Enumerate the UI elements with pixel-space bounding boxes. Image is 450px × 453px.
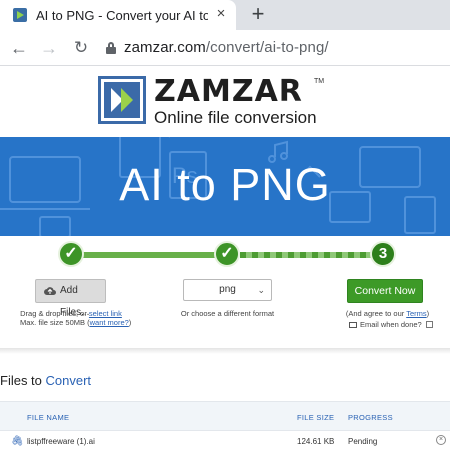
step-1-check-icon: ✓ <box>58 241 84 267</box>
tab-title: AI to PNG - Convert your AI to PN <box>36 8 208 23</box>
email-when-done-row: Email when done? <box>349 320 433 329</box>
progress-cell: Pending <box>348 437 378 446</box>
file-name-cell: listpffreeware (1).ai <box>27 437 95 446</box>
cloud-upload-icon <box>44 287 56 295</box>
email-when-done-label: Email when done? <box>360 320 422 329</box>
format-select[interactable]: png ⌄ <box>183 279 272 301</box>
convert-now-button[interactable]: Convert Now <box>347 279 423 303</box>
logo-wordmark: ZAMZAR <box>154 74 303 109</box>
terms-hint: (And agree to our Terms) <box>340 309 435 318</box>
terms-text: (And agree to our <box>345 309 407 318</box>
browser-tab[interactable]: AI to PNG - Convert your AI to PN × <box>0 0 236 30</box>
browser-toolbar: ← → ↻ zamzar.com/convert/ai-to-png/ <box>0 30 450 66</box>
panel-divider <box>0 348 450 354</box>
logo-tagline: Online file conversion <box>154 108 317 127</box>
reload-icon[interactable]: ↻ <box>70 37 92 59</box>
url-path: /convert/ai-to-png/ <box>205 39 329 56</box>
drag-drop-text: Drag & drop files, or <box>20 309 89 318</box>
back-arrow-icon[interactable]: ← <box>8 37 30 59</box>
lock-icon[interactable] <box>106 42 116 54</box>
step-connector-1 <box>78 252 218 258</box>
terms-link[interactable]: Terms <box>406 309 426 318</box>
select-link[interactable]: select link <box>89 309 122 318</box>
email-when-done-checkbox[interactable] <box>425 321 433 328</box>
files-heading-highlight: Convert <box>45 373 92 388</box>
browser-tabbar: AI to PNG - Convert your AI to PN × + <box>0 0 450 30</box>
chevron-down-icon: ⌄ <box>257 285 265 295</box>
file-size-suffix: ) <box>128 318 132 327</box>
file-size-hint: Max. file size 50MB (want more?) <box>20 318 131 327</box>
zamzar-favicon-icon <box>13 8 27 22</box>
terms-suffix: ) <box>426 309 430 318</box>
trademark-mark: TM <box>314 78 325 85</box>
format-hint: Or choose a different format <box>180 309 275 318</box>
zamzar-logo-mark-icon <box>98 76 146 124</box>
step-connector-2 <box>240 252 374 258</box>
file-size-text: Max. file size 50MB ( <box>20 318 90 327</box>
add-files-button[interactable]: Add Files... <box>35 279 106 318</box>
envelope-icon <box>349 322 357 328</box>
table-row: 🖇 listpffreeware (1).ai 124.61 KB Pendin… <box>0 431 450 453</box>
new-tab-button[interactable]: + <box>246 3 270 27</box>
forward-arrow-icon[interactable]: → <box>38 37 60 59</box>
files-heading-prefix: Files to <box>0 373 46 388</box>
file-size-cell: 124.61 KB <box>297 437 335 446</box>
zamzar-logo[interactable]: ZAMZAR TM Online file conversion <box>98 74 358 130</box>
step-3-number: 3 <box>370 241 396 267</box>
paperclip-icon: 🖇 <box>11 436 24 447</box>
step-2-check-icon: ✓ <box>214 241 240 267</box>
column-file-name: FILE NAME <box>27 413 70 422</box>
format-selected-value: png <box>219 284 236 295</box>
hero-banner: Ps AI to PNG <box>0 137 450 236</box>
want-more-link[interactable]: want more? <box>90 318 129 327</box>
files-table-header: FILE NAME FILE SIZE PROGRESS <box>0 401 450 431</box>
url-domain: zamzar.com <box>124 39 206 56</box>
files-to-convert-heading: Files to Convert <box>0 373 91 388</box>
column-progress: PROGRESS <box>348 413 393 422</box>
remove-file-icon[interactable]: × <box>436 435 446 445</box>
page-title: AI to PNG <box>119 159 331 210</box>
drag-drop-hint: Drag & drop files, or select link <box>20 309 122 318</box>
column-file-size: FILE SIZE <box>297 413 335 422</box>
address-bar[interactable]: zamzar.com/convert/ai-to-png/ <box>124 39 329 56</box>
tab-close-icon[interactable]: × <box>212 5 230 23</box>
